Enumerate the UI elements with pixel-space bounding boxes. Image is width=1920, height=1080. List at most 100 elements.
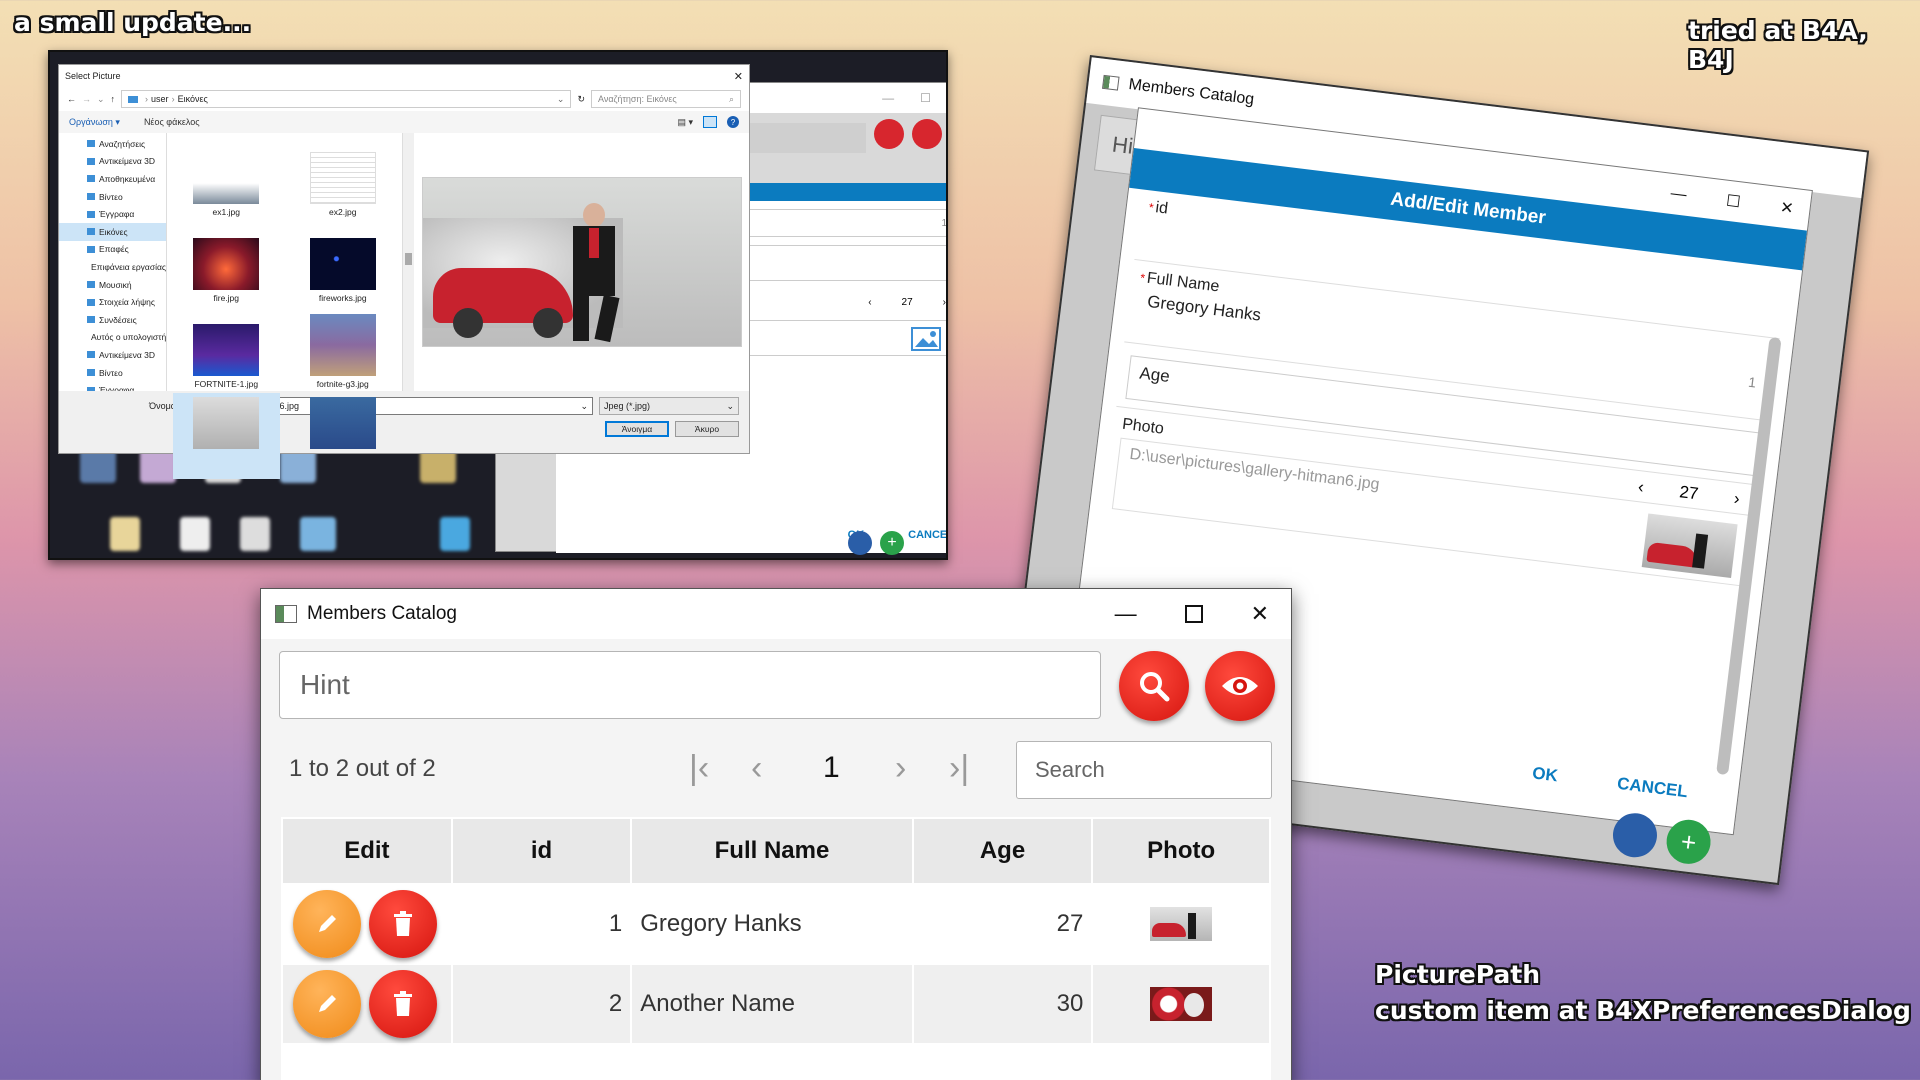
preview-pane-icon[interactable] (703, 116, 717, 128)
nav-item[interactable]: Έγγραφα (59, 381, 166, 391)
background-add-icon[interactable]: + (880, 531, 904, 555)
file-search-input[interactable]: Αναζήτηση: Εικόνες ⌕ (591, 90, 741, 108)
dialog-footer: OK CANCEL (1531, 763, 1689, 802)
nav-item[interactable]: Αντικείμενα 3D (59, 346, 166, 364)
first-page-icon[interactable]: |‹ (689, 749, 709, 788)
breadcrumb-pictures[interactable]: Εικόνες (178, 94, 208, 104)
file-item[interactable]: fortnite-g3.jpg (290, 307, 397, 393)
close-icon[interactable]: ✕ (1251, 601, 1269, 627)
chevron-left-icon[interactable]: ‹ (1637, 477, 1645, 498)
hint-input[interactable]: Hint (279, 651, 1101, 719)
organize-button[interactable]: Οργάνωση ▾ (69, 117, 120, 128)
open-button[interactable]: Άνοιγμα (605, 421, 669, 437)
column-header-photo[interactable]: Photo (1091, 817, 1271, 885)
file-item-selected[interactable] (173, 393, 280, 479)
file-item[interactable]: ex1.jpg (173, 135, 280, 221)
cancel-button[interactable]: CANCEL (1616, 774, 1689, 802)
main-window-title: Members Catalog (307, 603, 457, 624)
file-item[interactable]: fireworks.jpg (290, 221, 397, 307)
chevron-down-icon[interactable]: ⌄ (97, 94, 105, 105)
refresh-icon[interactable]: ↻ (577, 94, 585, 105)
search-button[interactable] (1119, 651, 1189, 721)
nav-item[interactable]: Στοιχεία λήψης (59, 293, 166, 311)
nav-item[interactable]: Μουσική (59, 276, 166, 294)
file-item[interactable] (290, 393, 397, 479)
delete-button[interactable] (369, 890, 437, 958)
maximize-icon[interactable]: ☐ (1725, 191, 1742, 213)
path-breadcrumb[interactable]: › user › Εικόνες ⌄ (121, 90, 572, 108)
eye-button[interactable] (1205, 651, 1275, 721)
file-thumbnail (309, 238, 376, 290)
nav-item[interactable]: Εικόνες (59, 222, 166, 241)
minimize-icon[interactable]: — (1115, 601, 1137, 627)
prev-page-icon[interactable]: ‹ (751, 749, 762, 788)
file-type-select[interactable]: Jpeg (*.jpg) ⌄ (599, 397, 739, 415)
folder-icon (87, 369, 95, 377)
nav-item[interactable]: Βίντεο (59, 188, 166, 206)
breadcrumb-user[interactable]: user (151, 94, 169, 104)
column-header-id[interactable]: id (450, 817, 633, 885)
file-thumbnail (193, 397, 260, 449)
up-arrow-icon[interactable]: ↑ (111, 94, 116, 104)
column-header-age[interactable]: Age (911, 817, 1094, 885)
members-table: Edit id Full Name Age Photo 1 Gregory Ha… (281, 817, 1271, 1080)
main-body: Hint 1 to 2 out of 2 |‹ ‹ 1 › ›| Search … (261, 639, 1291, 1080)
file-grid-scrollbar[interactable] (402, 133, 414, 391)
view-options-icon[interactable]: ▤ ▾ (677, 117, 693, 128)
file-dialog-address-bar: ← → ⌄ ↑ › user › Εικόνες ⌄ ↻ Αναζήτηση: … (59, 87, 749, 111)
nav-item[interactable]: Αναζητήσεις (59, 135, 166, 153)
maximize-icon[interactable]: ☐ (920, 91, 931, 105)
background-search-icon[interactable] (874, 119, 904, 149)
chevron-left-icon[interactable]: ‹ (868, 297, 871, 308)
column-header-edit[interactable]: Edit (281, 817, 453, 885)
full-name-aux: 1 (1747, 373, 1758, 391)
nav-item[interactable]: Αποθηκευμένα (59, 170, 166, 188)
navigation-pane: Αναζητήσεις Αντικείμενα 3D Αποθηκευμένα Βίν… (59, 133, 167, 391)
app-icon (1101, 74, 1120, 91)
id-label: id (1154, 199, 1169, 218)
file-thumbnail (193, 152, 260, 204)
chevron-down-icon[interactable]: ⌄ (557, 94, 565, 105)
help-icon[interactable]: ? (727, 116, 739, 128)
maximize-icon[interactable] (1184, 605, 1203, 623)
folder-icon (87, 281, 95, 289)
next-page-icon[interactable]: › (895, 749, 906, 788)
edit-button[interactable] (293, 890, 361, 958)
background-eye-icon[interactable] (912, 119, 942, 149)
trash-icon (394, 911, 412, 936)
preview-image (421, 177, 742, 347)
forward-arrow-icon[interactable]: → (82, 94, 91, 104)
search-input[interactable]: Search (1016, 741, 1272, 799)
folder-icon (87, 157, 95, 165)
nav-item[interactable]: Αντικείμενα 3D (59, 153, 166, 171)
chevron-down-icon[interactable]: ⌄ (580, 401, 588, 412)
delete-button[interactable] (369, 970, 437, 1038)
minimize-icon[interactable]: — (1670, 185, 1688, 205)
nav-item[interactable]: Επαφές (59, 241, 166, 259)
background-print-icon[interactable] (848, 531, 872, 555)
nav-item[interactable]: Αυτός ο υπολογιστής (59, 329, 166, 347)
file-dialog-bottom: Όνομα αρχείου: gallery-hitman6.jpg ⌄ Jpe… (59, 391, 749, 443)
back-arrow-icon[interactable]: ← (67, 94, 76, 104)
cancel-button[interactable]: Άκυρο (675, 421, 739, 437)
column-header-full-name[interactable]: Full Name (630, 817, 914, 885)
minimize-icon[interactable]: — (882, 91, 894, 105)
chevron-right-icon[interactable]: › (943, 297, 946, 308)
file-item[interactable]: FORTNITE-1.jpg (173, 307, 280, 393)
last-page-icon[interactable]: ›| (949, 749, 969, 788)
close-icon[interactable]: ✕ (734, 70, 743, 83)
folder-icon (87, 140, 95, 148)
ok-button[interactable]: OK (1531, 763, 1559, 786)
nav-item[interactable]: Βίντεο (59, 364, 166, 382)
file-item[interactable]: fire.jpg (173, 221, 280, 307)
folder-icon (87, 193, 95, 201)
edit-button[interactable] (293, 970, 361, 1038)
close-icon[interactable]: ✕ (1779, 197, 1795, 218)
nav-item[interactable]: Συνδέσεις (59, 311, 166, 329)
new-folder-button[interactable]: Νέος φάκελος (144, 117, 200, 127)
nav-item[interactable]: Επιφάνεια εργασίας (59, 258, 166, 276)
background-cancel-button[interactable]: CANCEL (908, 529, 946, 541)
file-item[interactable]: ex2.jpg (290, 135, 397, 221)
photo-stepper-value: 27 (1678, 482, 1700, 504)
nav-item[interactable]: Έγγραφα (59, 205, 166, 223)
